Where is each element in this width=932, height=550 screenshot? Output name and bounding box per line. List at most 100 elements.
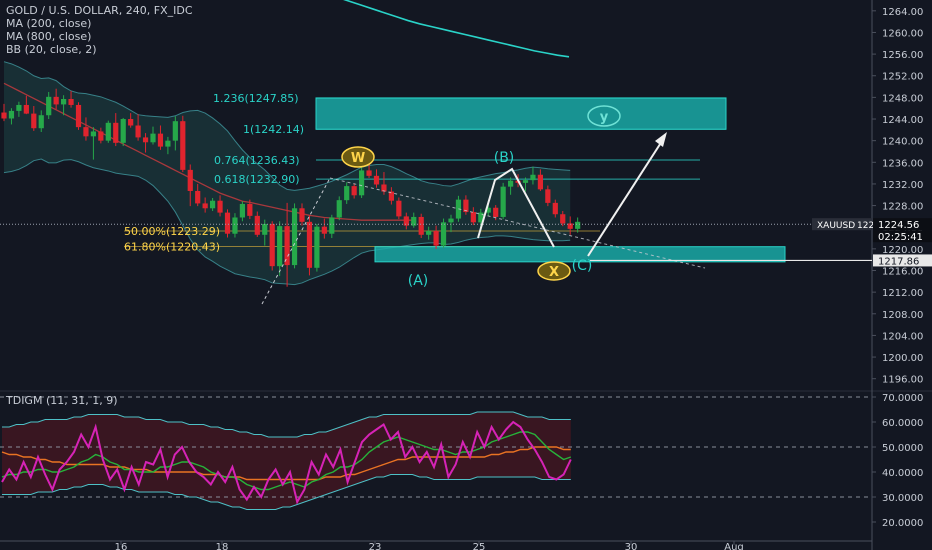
candle-body [210,200,216,209]
time-tick-label: 23 [369,542,382,550]
price-tick-label: 1256.00 [882,50,923,61]
candle-body [500,186,506,217]
wave-y-label: y [600,110,609,125]
candle-body [321,226,327,234]
candle-body [508,180,514,187]
candle-body [90,131,96,137]
wave-c-label: (C) [572,258,593,274]
legend-tdigm: TDIGM (11, 31, 1, 9) [6,394,118,407]
current-price-label: 1224.56 [878,220,919,231]
time-tick-label: 18 [216,542,229,550]
price-tick-label: 1240.00 [882,137,923,148]
candle-body [135,125,141,138]
indicator-tick-label: 20.0000 [882,518,923,529]
legend-title: GOLD / U.S. DOLLAR, 240, FX_IDC [6,4,193,17]
indicator-legend: TDIGM (11, 31, 1, 9) [6,394,118,407]
fib-level-1236-label: 1.236(1247.85) [213,92,299,105]
candle-body [142,137,149,143]
candle-body [83,127,89,137]
candle-body [195,190,201,204]
candle-body [157,133,164,147]
fib-level-618-label: 61.80%(1220.43) [124,241,220,254]
candle-body [224,212,231,234]
candle-body [187,169,193,191]
candle-body [433,231,439,246]
candle-body [440,222,447,246]
price-tick-label: 1244.00 [882,115,923,126]
wave-a-label: (A) [408,273,429,289]
time-tick-label: Aug [724,542,744,550]
candle-body [31,113,37,129]
price-tick-label: 1232.00 [882,180,923,191]
main-legend: GOLD / U.S. DOLLAR, 240, FX_IDC MA (200,… [6,4,193,56]
indicator-tick-label: 70.0000 [882,393,923,404]
candle-body [522,180,529,183]
candle-body [254,215,260,235]
candle-body [359,170,365,196]
candle-body [291,208,298,266]
candle-body [16,104,22,111]
candle-body [269,223,275,267]
price-tick-label: 1212.00 [882,288,923,299]
candle-body [448,218,454,223]
fib-level-0618-label: 0.618(1232.90) [214,173,300,186]
price-tick-label: 1236.00 [882,158,923,169]
candle-body [239,203,245,218]
target-zone [315,97,727,130]
hline-price-label: 1217.86 [878,256,919,267]
candle-body [575,221,581,229]
indicator-tick-label: 50.0000 [882,443,923,454]
price-tick-label: 1260.00 [882,28,923,39]
legend-ma800: MA (800, close) [6,30,92,43]
legend-bb: BB (20, close, 2) [6,43,97,56]
price-tick-label: 1200.00 [882,353,923,364]
candle-body [418,216,424,235]
fib-level-1000-label: 1(1242.14) [243,123,304,136]
candle-body [172,121,178,141]
candle-body [8,110,15,119]
candle-body [493,207,499,217]
candle-body [388,191,394,201]
candle-body [344,186,350,201]
candle-body [150,133,156,143]
candle-body [426,231,432,235]
candle-body [180,121,186,170]
candle-body [232,217,238,234]
wave-w-label: W [351,151,365,166]
wave-b-label: (B) [494,150,515,166]
candle-body [351,186,357,196]
price-tick-label: 1208.00 [882,310,923,321]
candle-body [46,96,52,116]
candle-body [113,122,119,143]
candle-body [366,170,372,176]
candle-body [314,226,320,268]
price-tick-label: 1216.00 [882,267,923,278]
fib-level-50-label: 50.00%(1223.29) [124,225,220,238]
indicator-tick-label: 30.0000 [882,493,923,504]
symbol-tag: XAUUSD [817,221,855,231]
candle-body [552,202,558,215]
indicator-tick-label: 40.0000 [882,468,923,479]
candle-body [560,214,566,224]
candle-body [1,112,7,119]
candle-body [336,200,342,218]
legend-ma200: MA (200, close) [6,17,92,30]
candle-body [23,104,29,114]
indicator-tick-label: 60.0000 [882,418,923,429]
candle-body [165,140,171,147]
candle-body [329,217,335,234]
candle-body [247,203,253,216]
candle-body [262,223,268,235]
candle-body [68,99,74,105]
candle-body [98,131,104,141]
price-tick-label: 1204.00 [882,331,923,342]
time-tick-label: 25 [473,542,486,550]
candle-body [284,226,290,266]
candle-body [396,200,402,217]
candle-body [128,119,134,126]
candle-body [277,226,283,267]
chart-canvas[interactable]: 1.236(1247.85) 1(1242.14) 0.764(1236.43) 0.… [0,0,932,550]
candle-body [373,175,380,185]
candle-body [299,208,305,222]
candle-body [217,200,223,213]
